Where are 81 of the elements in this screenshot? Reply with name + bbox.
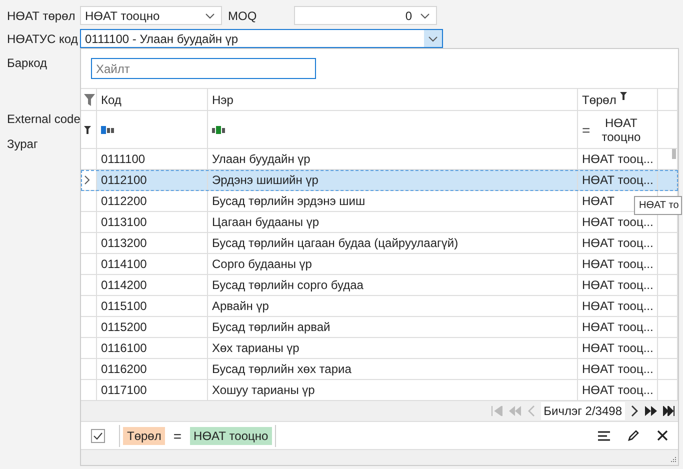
chevron-down-icon — [420, 12, 430, 18]
table-row[interactable]: 0116100 Хөх тарианы үр НӨАТ тооц... — [81, 338, 678, 359]
field-label: Зураг — [7, 137, 38, 151]
table-cell: Бусад төрлийн хөх тариа — [212, 362, 352, 376]
table-cell: Хөх тарианы үр — [212, 341, 300, 355]
table-cell: 0112100 — [101, 173, 147, 187]
record-counter: Бичлэг 2/3498 — [540, 402, 625, 420]
table-row[interactable]: 0114100 Сорго будааны үр НӨАТ тооц... — [81, 254, 678, 275]
table-cell: Арвайн үр — [212, 299, 269, 313]
filter-field[interactable]: Төрөл — [123, 426, 166, 444]
table-cell: НӨАТ тооц... — [582, 152, 654, 166]
table-cell: Бусад төрлийн арвай — [212, 320, 330, 334]
scrollbar-thumb[interactable] — [672, 149, 676, 159]
table-cell: Сорго будааны үр — [212, 257, 312, 271]
table-cell: НӨАТ тооц... — [582, 278, 654, 292]
vat-code-dropdown[interactable]: 0111100 - Улаан буудайн үр — [80, 29, 443, 48]
table-cell: НӨАТ тооц... — [582, 236, 654, 250]
field-label: MOQ — [227, 8, 258, 22]
filter-icon — [84, 126, 91, 134]
table-cell: 0116200 — [101, 362, 147, 376]
row-indicator-icon — [84, 175, 90, 185]
table-cell: НӨАТ тооц... — [582, 257, 654, 271]
filter-checkbox[interactable] — [91, 428, 105, 442]
table-cell: Улаан буудайн үр — [212, 152, 310, 166]
table-row[interactable]: 0114200 Бусад төрлийн сорго будаа НӨАТ тооц... — [81, 275, 678, 296]
chevron-down-icon — [428, 36, 438, 42]
filter-value[interactable]: НӨАТ тооцно — [596, 116, 646, 144]
table-cell: Эрдэнэ шишийн үр — [212, 173, 318, 187]
resize-grip-icon[interactable] — [670, 457, 676, 463]
table-cell: 0111100 — [101, 152, 146, 166]
last-page-icon[interactable] — [663, 406, 675, 416]
table-cell: Бусад төрлийн цагаан будаа (цайруулаагүй) — [212, 236, 458, 250]
next-icon[interactable] — [631, 405, 639, 417]
table-cell: Хошуу тарианы үр — [212, 383, 315, 397]
table-cell: 0115100 — [101, 299, 147, 313]
table-cell: 0114100 — [101, 257, 147, 271]
table-cell: Бусад төрлийн эрдэнэ шиш — [212, 194, 366, 208]
table-cell: НӨАТ тооц... — [582, 299, 654, 313]
table-cell: НӨАТ тооц... — [582, 320, 654, 334]
filter-value[interactable]: НӨАТ тооцно — [190, 426, 272, 444]
table-cell: 0113200 — [101, 236, 147, 250]
filter-icon — [620, 92, 628, 100]
table-row[interactable]: 0113200 Бусад төрлийн цагаан будаа (цайруулаагүй) НӨАТ тооц... — [81, 233, 678, 254]
field-label: Баркод — [7, 56, 48, 70]
chevron-down-icon — [205, 12, 215, 18]
table-cell: НӨАТ — [582, 194, 614, 208]
column-header[interactable]: Төрөл — [578, 89, 658, 111]
field-label: НӨАТ төрөл — [7, 8, 76, 22]
table-cell: НӨАТ тооц... — [582, 215, 654, 229]
table-row[interactable]: 0115200 Бусад төрлийн арвай НӨАТ тооц... — [81, 317, 678, 338]
table-cell: Бусад төрлийн сорго будаа — [212, 278, 364, 292]
filter-icon[interactable] — [84, 94, 95, 106]
tooltip: НӨАТ то — [634, 196, 682, 215]
table-row[interactable]: 0115100 Арвайн үр НӨАТ тооц... — [81, 296, 678, 317]
table-cell: НӨАТ тооц... — [582, 173, 654, 187]
field-label: НӨАТУС код — [7, 32, 79, 46]
table-row[interactable]: 0116200 Бусад төрлийн хөх тариа НӨАТ тооц... — [81, 359, 678, 380]
table-cell: 0112200 — [101, 194, 147, 208]
column-header[interactable]: Нэр — [208, 89, 578, 111]
table-cell: 0117100 — [101, 383, 147, 397]
moq-field[interactable]: 0 — [294, 6, 437, 25]
menu-icon[interactable] — [598, 430, 610, 440]
text-filter-icon[interactable] — [212, 126, 226, 134]
table-cell: 0114200 — [101, 278, 147, 292]
close-icon[interactable] — [657, 430, 668, 441]
table-cell: НӨАТ тооц... — [582, 341, 654, 355]
vat-type-dropdown[interactable]: НӨАТ тооцно — [80, 6, 222, 25]
table-cell: НӨАТ тооц... — [582, 362, 654, 376]
equals-operator[interactable]: = — [582, 122, 590, 138]
text-filter-icon[interactable] — [101, 126, 115, 134]
search-field[interactable]: Хайлт — [91, 58, 316, 79]
column-header[interactable]: Код — [97, 89, 208, 111]
filter-operator[interactable]: = — [173, 428, 182, 444]
table-cell: Цагаан будааны үр — [212, 215, 320, 229]
table-cell: НӨАТ тооц... — [582, 383, 654, 397]
table-cell: 0113100 — [101, 215, 147, 229]
table-cell: 0116100 — [101, 341, 147, 355]
table-cell: 0115200 — [101, 320, 147, 334]
next-page-icon[interactable] — [645, 406, 657, 416]
field-label: External code — [7, 112, 80, 126]
pencil-icon[interactable] — [628, 430, 639, 441]
